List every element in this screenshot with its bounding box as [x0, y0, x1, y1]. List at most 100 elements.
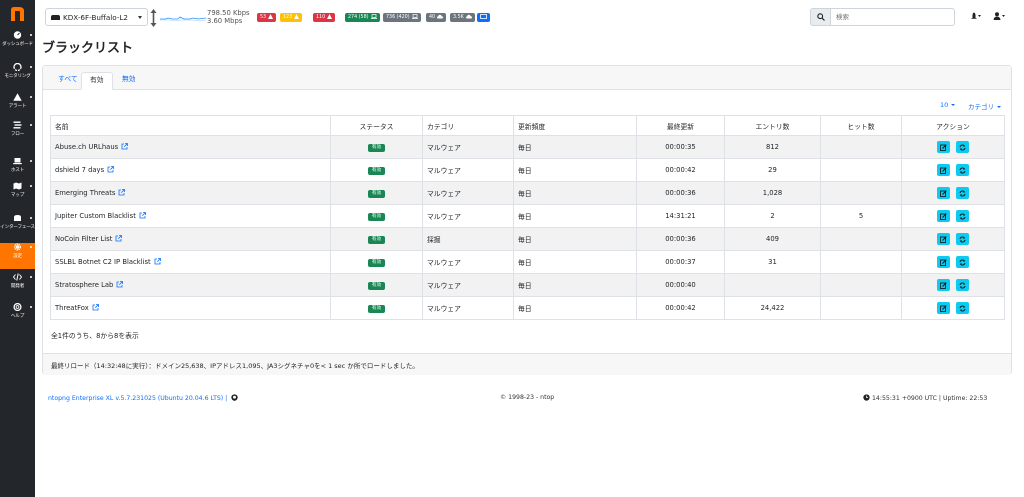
sidebar-item-8[interactable]: 開発者	[0, 273, 35, 299]
cell-last-update: 00:00:40	[636, 273, 725, 297]
table-row: Jupiter Custom Blacklist 有効 マルウェア 毎日 14:31:2…	[50, 204, 1005, 228]
caret-icon	[30, 306, 32, 308]
tab-enabled[interactable]: 有効	[81, 72, 113, 90]
blacklist-name-link[interactable]: Emerging Threats	[55, 189, 115, 197]
sidebar-item-4[interactable]: ホスト	[0, 157, 35, 183]
status-badge-1[interactable]: 123	[280, 13, 303, 22]
edit-button[interactable]	[937, 302, 950, 314]
warning-icon	[325, 13, 333, 20]
blacklist-name-link[interactable]: SSLBL Botnet C2 IP Blacklist	[55, 258, 151, 266]
column-header-name[interactable]: 名前	[50, 115, 331, 136]
sidebar-item-label: 開発者	[10, 284, 25, 289]
sidebar-item-label: ホスト	[10, 168, 25, 173]
badge-count: 274 (58)	[348, 15, 369, 20]
status-badge-0[interactable]: 53	[257, 13, 277, 22]
external-link-icon[interactable]	[107, 165, 115, 175]
cell-status: 有効	[330, 158, 423, 182]
search-icon	[817, 13, 825, 21]
version-info[interactable]: ntopng Enterprise XL v.5.7.231025 (Ubunt…	[48, 394, 238, 402]
status-badge-5[interactable]: 40	[426, 13, 447, 22]
external-link-icon[interactable]	[139, 211, 146, 221]
edit-button[interactable]	[937, 187, 950, 199]
edit-button[interactable]	[937, 279, 950, 291]
sidebar-item-1[interactable]: モニタリング	[0, 62, 35, 89]
map-icon	[13, 182, 22, 190]
external-link-icon[interactable]	[154, 257, 161, 267]
reload-button[interactable]	[956, 141, 969, 153]
cell-hits: 5	[820, 204, 902, 228]
edit-button[interactable]	[937, 164, 950, 176]
status-badge: 有効	[367, 190, 386, 198]
blacklist-name-link[interactable]: dshield 7 days	[55, 166, 104, 174]
reload-button[interactable]	[956, 164, 969, 176]
warning-icon	[13, 93, 22, 101]
category-filter-label: カテゴリ	[968, 103, 994, 111]
reload-button[interactable]	[956, 233, 969, 245]
external-link-icon[interactable]	[115, 234, 123, 244]
edit-button[interactable]	[937, 256, 950, 268]
reload-button[interactable]	[956, 279, 969, 291]
search-button[interactable]	[810, 8, 830, 26]
edit-button[interactable]	[937, 210, 950, 222]
sidebar-item-2[interactable]: アラート	[0, 93, 35, 119]
gear-icon	[13, 243, 22, 251]
status-badge-6[interactable]: 3.5K	[450, 13, 475, 22]
interface-select[interactable]: KDX-6F-Buffalo-L2	[45, 8, 148, 26]
sidebar-item-label: インターフェース	[0, 225, 35, 230]
cell-entries: 1,028	[724, 181, 821, 205]
github-icon[interactable]	[231, 394, 238, 401]
cell-hits	[820, 158, 902, 182]
cell-category: マルウェア	[422, 158, 514, 182]
sidebar-item-3[interactable]: フロー	[0, 121, 35, 147]
blacklist-name-link[interactable]: NoCoin Filter List	[55, 235, 112, 243]
search-input[interactable]	[830, 8, 955, 26]
status-badge-4[interactable]: 736 (420)	[383, 13, 421, 22]
reload-button[interactable]	[956, 302, 969, 314]
column-header-frequency[interactable]: 更新頻度	[513, 115, 637, 136]
table-row: NoCoin Filter List 有効 採掘 毎日 00:00:36 409	[50, 227, 1005, 251]
sidebar-item-label: フロー	[10, 132, 25, 137]
column-header-last-update[interactable]: 最終更新	[636, 115, 725, 136]
tab-bar: すべて 有効 無効	[43, 66, 1011, 90]
reload-button[interactable]	[956, 210, 969, 222]
cell-name: ThreatFox	[50, 296, 331, 320]
blacklist-name-link[interactable]: ThreatFox	[55, 304, 89, 312]
reload-button[interactable]	[956, 187, 969, 199]
blacklist-name-link[interactable]: Abuse.ch URLhaus	[55, 143, 118, 151]
blacklist-name-link[interactable]: Stratosphere Lab	[55, 281, 113, 289]
sidebar-item-0[interactable]: ダッシュボード	[0, 31, 35, 57]
external-link-icon[interactable]	[118, 188, 126, 198]
column-header-hits[interactable]: ヒット数	[820, 115, 902, 136]
blacklist-name-link[interactable]: Jupiter Custom Blacklist	[55, 212, 136, 220]
page-title: ブラックリスト	[42, 41, 134, 56]
sidebar-item-7[interactable]: 設定	[0, 243, 35, 269]
status-badge-3[interactable]: 274 (58)	[345, 13, 380, 22]
external-link-icon[interactable]	[92, 303, 99, 313]
cell-name: Abuse.ch URLhaus	[50, 135, 331, 159]
column-header-status[interactable]: ステータス	[330, 115, 423, 136]
tab-disabled[interactable]: 無効	[114, 72, 144, 90]
external-link-icon[interactable]	[121, 142, 129, 152]
status-badge-2[interactable]: 110	[313, 13, 336, 22]
column-header-entries[interactable]: エントリ数	[724, 115, 821, 136]
category-filter-dropdown[interactable]: カテゴリ	[968, 101, 1001, 111]
sidebar-item-label: モニタリング	[4, 74, 31, 79]
edit-button[interactable]	[937, 141, 950, 153]
ntop-logo[interactable]	[10, 6, 25, 22]
sidebar-item-6[interactable]: インターフェース	[0, 214, 35, 240]
per-page-dropdown[interactable]: 10	[940, 101, 956, 109]
speed-readout: 798.50 Kbps 3.60 Mbps	[207, 9, 250, 25]
laptop-icon	[369, 13, 377, 20]
bell-icon[interactable]	[969, 12, 981, 20]
cloud-icon	[435, 14, 444, 20]
column-header-category[interactable]: カテゴリ	[422, 115, 514, 136]
edit-button[interactable]	[937, 233, 950, 245]
sidebar-item-9[interactable]: ヘルプ	[0, 302, 35, 329]
user-icon[interactable]	[993, 12, 1005, 20]
sidebar-item-5[interactable]: マップ	[0, 182, 35, 208]
reload-button[interactable]	[956, 256, 969, 268]
cell-hits	[820, 135, 902, 159]
cell-status: 有効	[330, 135, 423, 159]
external-link-icon[interactable]	[116, 280, 124, 290]
status-badge-7[interactable]	[477, 13, 490, 22]
